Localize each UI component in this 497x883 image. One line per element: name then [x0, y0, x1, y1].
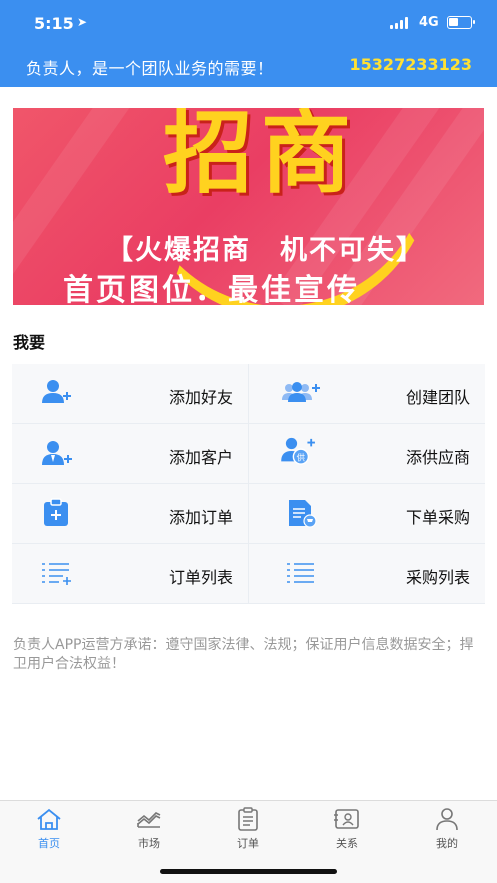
- network-label: 4G: [419, 15, 439, 30]
- tab-contacts[interactable]: 关系: [317, 807, 377, 851]
- action-label: 订单列表: [168, 568, 233, 587]
- tab-label: 市场: [138, 837, 160, 850]
- add-order-icon: [44, 498, 68, 526]
- banner-line-2: 首页图位．最佳宣传: [63, 273, 360, 305]
- action-label: 下单采购: [405, 508, 470, 527]
- purchase-order-button[interactable]: 下单采购: [249, 484, 485, 543]
- banner-headline: 招商: [163, 108, 359, 206]
- action-label: 添供应商: [405, 448, 470, 467]
- profile-icon: [436, 808, 458, 831]
- action-label: 采购列表: [405, 568, 470, 587]
- tab-label: 首页: [38, 837, 60, 850]
- app-header: 5:15 ➤ 4G 负责人，是一个团队业务的需要！ 15327233123: [0, 0, 497, 87]
- action-grid: 添加好友 创建团队 添加客户 供 添供应商 添加订单 下单采购 订单列表 采购列…: [12, 364, 485, 604]
- promo-banner[interactable]: 招商 【火爆招商 机不可失】 首页图位．最佳宣传: [13, 108, 484, 305]
- tab-label: 关系: [336, 837, 358, 850]
- add-friend-icon: [42, 380, 71, 403]
- home-indicator: [160, 869, 337, 874]
- tab-label: 订单: [237, 837, 259, 850]
- contacts-icon: [334, 809, 359, 829]
- action-label: 添加好友: [168, 388, 233, 407]
- status-bar: 5:15 ➤ 4G: [0, 0, 497, 46]
- header-phone[interactable]: 15327233123: [350, 55, 472, 74]
- create-team-icon: [282, 382, 320, 402]
- battery-icon: [447, 16, 475, 29]
- action-label: 添加客户: [168, 448, 233, 467]
- tab-label: 我的: [436, 837, 458, 850]
- purchase-order-icon: [289, 500, 317, 528]
- action-label: 创建团队: [405, 388, 470, 407]
- tab-market[interactable]: 市场: [119, 807, 179, 851]
- tab-order[interactable]: 订单: [218, 807, 278, 851]
- tab-home[interactable]: 首页: [19, 807, 79, 851]
- add-supplier-button[interactable]: 供 添供应商: [249, 424, 485, 483]
- add-friend-button[interactable]: 添加好友: [12, 364, 248, 423]
- market-icon: [137, 812, 161, 828]
- header-slogan: 负责人，是一个团队业务的需要！: [26, 59, 274, 78]
- home-icon: [37, 808, 61, 830]
- signal-icon: [390, 17, 412, 29]
- banner-line-1: 【火爆招商 机不可失】: [106, 235, 425, 266]
- purchase-list-icon: [287, 563, 314, 583]
- status-time: 5:15: [34, 14, 74, 33]
- add-order-button[interactable]: 添加订单: [12, 484, 248, 543]
- order-icon: [238, 807, 258, 831]
- tab-profile[interactable]: 我的: [417, 807, 477, 851]
- svg-text:供: 供: [297, 452, 306, 462]
- operator-notice: 负责人APP运营方承诺：遵守国家法律、法规；保证用户信息数据安全；捍卫用户合法权…: [13, 637, 474, 672]
- action-label: 添加订单: [168, 508, 233, 527]
- order-list-icon: [42, 563, 71, 585]
- purchase-list-button[interactable]: 采购列表: [249, 544, 485, 603]
- location-arrow-icon: ➤: [77, 15, 88, 29]
- section-title: 我要: [13, 333, 46, 352]
- add-customer-button[interactable]: 添加客户: [12, 424, 248, 483]
- add-customer-icon: [42, 441, 72, 465]
- order-list-button[interactable]: 订单列表: [12, 544, 248, 603]
- add-supplier-icon: 供: [281, 437, 315, 465]
- create-team-button[interactable]: 创建团队: [249, 364, 485, 423]
